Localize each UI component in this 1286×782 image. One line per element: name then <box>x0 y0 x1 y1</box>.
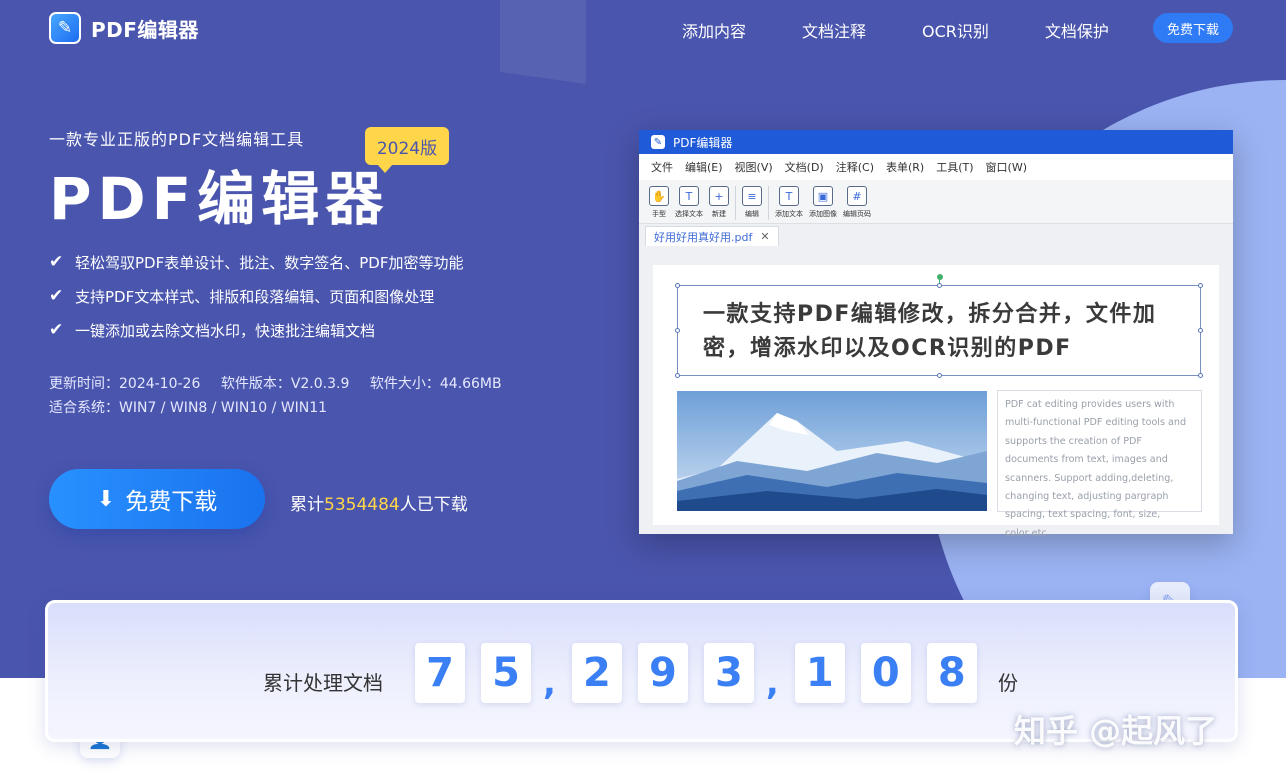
nav-download-button[interactable]: 免费下载 <box>1153 13 1233 43</box>
counter-digit: 1 <box>794 643 845 703</box>
add-text-icon: T <box>779 186 799 206</box>
hero-title: PDF编辑器 <box>49 165 390 233</box>
page-number-icon: # <box>847 186 867 206</box>
menu-window[interactable]: 窗口(W) <box>986 159 1027 175</box>
english-text-card: PDF cat editing provides users with mult… <box>997 390 1202 539</box>
counter-digit: 8 <box>926 643 977 703</box>
file-tab[interactable]: 好用好用真好用.pdf ✕ <box>645 226 779 246</box>
counter-digit: 7 <box>415 643 465 703</box>
counter-digit: 5 <box>481 643 531 703</box>
menu-form[interactable]: 表单(R) <box>886 159 924 175</box>
menu-view[interactable]: 视图(V) <box>735 159 773 175</box>
menu-tools[interactable]: 工具(T) <box>936 159 973 175</box>
toolbar-separator <box>768 186 769 220</box>
tool-select-text[interactable]: T 选择文本 <box>675 186 703 219</box>
check-icon: ✔ <box>49 286 64 306</box>
feature-item: ✔ 一键添加或去除文档水印，快速批注编辑文档 <box>49 313 463 347</box>
tool-new[interactable]: + 新建 <box>709 186 729 219</box>
download-count: 累计5354484人已下载 <box>290 495 468 515</box>
feature-text: 轻松驾驭PDF表单设计、批注、数字签名、PDF加密等功能 <box>75 253 464 272</box>
tool-add-image[interactable]: ▣ 添加图像 <box>809 186 837 219</box>
file-tab-bar: 好用好用真好用.pdf ✕ <box>639 224 1233 246</box>
counter-digit: 0 <box>860 643 911 703</box>
app-titlebar: ✎ PDF编辑器 <box>639 130 1233 154</box>
app-toolbar: ✋ 手型 T 选择文本 + 新建 ≡ 编辑 T 添加文本 ▣ 添加图像 # 编辑… <box>639 180 1233 224</box>
feature-list: ✔ 轻松驾驭PDF表单设计、批注、数字签名、PDF加密等功能 ✔ 支持PDF文本… <box>49 245 463 347</box>
resize-handle[interactable] <box>675 373 680 378</box>
top-nav: 添加内容 文档注释 OCR识别 文档保护 免费下载 <box>682 13 1233 43</box>
add-image-icon: ▣ <box>813 186 833 206</box>
resize-handle[interactable] <box>1198 283 1203 288</box>
version-badge: 2024版 <box>365 127 449 173</box>
menu-edit[interactable]: 编辑(E) <box>685 159 723 175</box>
counter-digit: 9 <box>637 643 688 703</box>
file-tab-name: 好用好用真好用.pdf <box>654 230 753 244</box>
menu-document[interactable]: 文档(D) <box>785 159 824 175</box>
nav-annotation[interactable]: 文档注释 <box>802 18 866 42</box>
app-title: PDF编辑器 <box>673 135 733 150</box>
resize-handle[interactable] <box>937 373 942 378</box>
counter-comma: , <box>765 663 779 703</box>
app-menubar: 文件 编辑(E) 视图(V) 文档(D) 注释(C) 表单(R) 工具(T) 窗… <box>639 154 1233 180</box>
menu-comment[interactable]: 注释(C) <box>836 159 874 175</box>
check-icon: ✔ <box>49 252 64 272</box>
counter-digit: 3 <box>703 643 754 703</box>
resize-handle[interactable] <box>937 283 942 288</box>
hero-section: ✎ PDF编辑器 添加内容 文档注释 OCR识别 文档保护 免费下载 一款专业正… <box>0 0 1286 678</box>
download-arrow-icon: ⬇ <box>96 486 116 512</box>
stats-unit: 份 <box>998 671 1018 695</box>
toolbar-separator <box>735 186 736 220</box>
hand-icon: ✋ <box>649 186 669 206</box>
mountain-illustration <box>677 391 987 511</box>
resize-handle[interactable] <box>675 328 680 333</box>
update-time: 更新时间：2024-10-26 <box>49 376 201 392</box>
tool-add-text[interactable]: T 添加文本 <box>775 186 803 219</box>
software-meta: 更新时间：2024-10-26 软件版本：V2.0.3.9 软件大小：44.66… <box>49 372 518 420</box>
feather-pen-icon: ✎ <box>49 12 81 44</box>
feature-text: 支持PDF文本样式、排版和段落编辑、页面和图像处理 <box>75 287 435 306</box>
check-icon: ✔ <box>49 320 64 340</box>
nav-add-content[interactable]: 添加内容 <box>682 18 746 42</box>
site-logo[interactable]: ✎ PDF编辑器 <box>49 12 199 44</box>
selected-text[interactable]: 一款支持PDF编辑修改，拆分合并，文件加密，增添水印以及OCR识别的PDF <box>703 298 1198 366</box>
feature-text: 一键添加或去除文档水印，快速批注编辑文档 <box>75 321 376 340</box>
text-selection-box[interactable]: 一款支持PDF编辑修改，拆分合并，文件加密，增添水印以及OCR识别的PDF <box>675 274 1203 378</box>
app-logo-icon: ✎ <box>651 135 665 149</box>
free-download-button[interactable]: ⬇ 免费下载 <box>49 469 265 529</box>
counter-comma: , <box>543 663 556 703</box>
download-label: 免费下载 <box>125 489 218 515</box>
counter-digits: 7 5 , 2 9 3 , 1 0 8 <box>415 643 993 703</box>
counter-digit: 2 <box>571 643 622 703</box>
nav-protection[interactable]: 文档保护 <box>1045 18 1109 42</box>
rotate-handle[interactable] <box>937 274 943 280</box>
new-document-icon: + <box>709 186 729 206</box>
pdf-page: 一款支持PDF编辑修改，拆分合并，文件加密，增添水印以及OCR识别的PDF PD… <box>653 265 1219 539</box>
decorative-cube <box>500 0 586 85</box>
stats-label: 累计处理文档 <box>263 671 383 695</box>
supported-systems: 适合系统：WIN7 / WIN8 / WIN10 / WIN11 <box>49 400 328 416</box>
close-icon[interactable]: ✕ <box>760 230 769 243</box>
tool-hand[interactable]: ✋ 手型 <box>649 186 669 219</box>
nav-ocr[interactable]: OCR识别 <box>922 18 989 42</box>
hero-subtitle: 一款专业正版的PDF文档编辑工具 <box>49 130 305 149</box>
app-preview-window: ✎ PDF编辑器 文件 编辑(E) 视图(V) 文档(D) 注释(C) 表单(R… <box>639 130 1233 539</box>
menu-file[interactable]: 文件 <box>651 159 673 175</box>
mountain-image <box>677 391 987 511</box>
text-cursor-icon: T <box>679 186 699 206</box>
tool-page-number[interactable]: # 编辑页码 <box>843 186 871 219</box>
zhihu-watermark: 知乎 @起风了 <box>1014 712 1218 750</box>
edit-icon: ≡ <box>742 186 762 206</box>
tool-edit[interactable]: ≡ 编辑 <box>742 186 762 219</box>
resize-handle[interactable] <box>675 283 680 288</box>
resize-handle[interactable] <box>1198 373 1203 378</box>
resize-handle[interactable] <box>1198 328 1203 333</box>
feature-item: ✔ 轻松驾驭PDF表单设计、批注、数字签名、PDF加密等功能 <box>49 245 463 279</box>
logo-text: PDF编辑器 <box>91 17 199 42</box>
feature-item: ✔ 支持PDF文本样式、排版和段落编辑、页面和图像处理 <box>49 279 463 313</box>
download-count-number: 5354484 <box>324 495 400 515</box>
software-size: 软件大小：44.66MB <box>369 376 502 392</box>
software-version: 软件版本：V2.0.3.9 <box>220 376 350 392</box>
